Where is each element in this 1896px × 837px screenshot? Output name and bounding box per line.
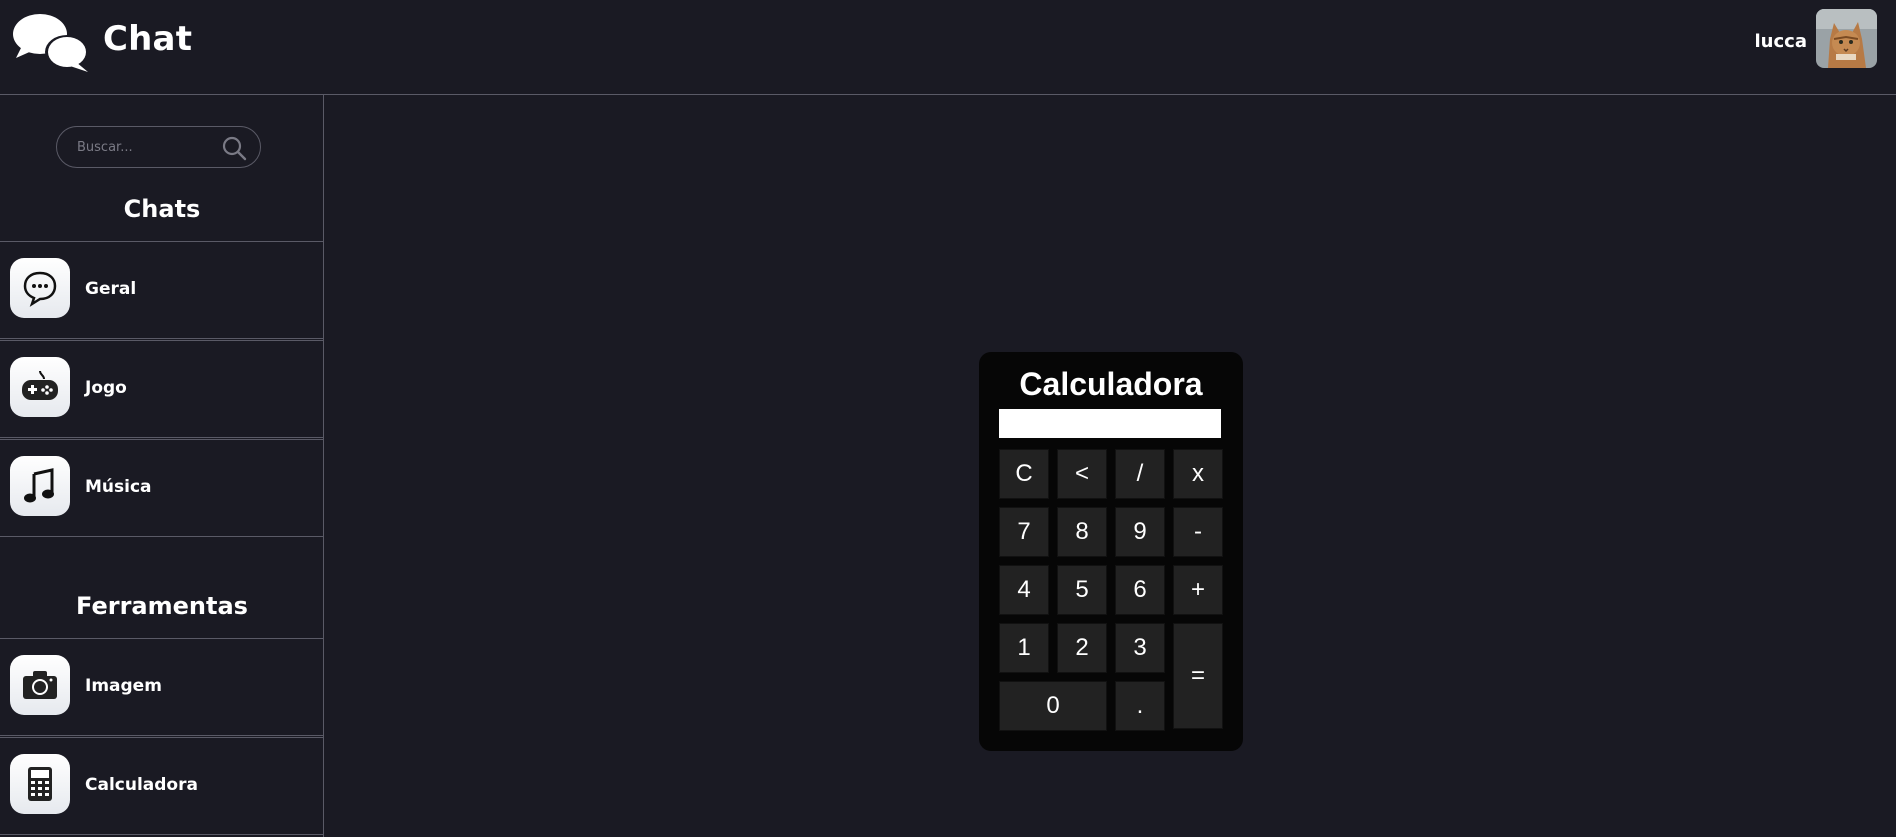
key-minus[interactable]: - xyxy=(1173,507,1223,557)
top-header: Chat lucca xyxy=(0,0,1896,95)
key-multiply[interactable]: x xyxy=(1173,449,1223,499)
key-1[interactable]: 1 xyxy=(999,623,1049,673)
sidebar-item-label: Geral xyxy=(85,279,137,299)
username-label: lucca xyxy=(1754,31,1807,52)
calculator-title: Calculadora xyxy=(1019,366,1203,402)
search-input[interactable] xyxy=(77,137,217,157)
chat-bubbles-icon[interactable] xyxy=(12,12,92,74)
sidebar-item-label: Imagem xyxy=(85,676,162,696)
sidebar: Chats Geral Jogo xyxy=(0,95,324,837)
sidebar-item-label: Música xyxy=(85,477,152,497)
music-note-icon xyxy=(10,456,70,516)
calculator-display[interactable] xyxy=(999,409,1221,438)
chat-bubble-icon xyxy=(10,258,70,318)
key-9[interactable]: 9 xyxy=(1115,507,1165,557)
sidebar-item-imagem[interactable]: Imagem xyxy=(0,638,324,736)
key-3[interactable]: 3 xyxy=(1115,623,1165,673)
key-plus[interactable]: + xyxy=(1173,565,1223,615)
key-divide[interactable]: / xyxy=(1115,449,1165,499)
app-title: Chat xyxy=(103,19,193,59)
key-clear[interactable]: C xyxy=(999,449,1049,499)
gamepad-icon xyxy=(10,357,70,417)
search-icon[interactable] xyxy=(221,135,247,161)
key-6[interactable]: 6 xyxy=(1115,565,1165,615)
cat-avatar-icon xyxy=(1816,9,1877,68)
key-equals[interactable]: = xyxy=(1173,623,1223,729)
calculator-panel: Calculadora C < / x 7 8 9 - 4 5 6 + 1 2 … xyxy=(979,352,1243,751)
key-backspace[interactable]: < xyxy=(1057,449,1107,499)
key-4[interactable]: 4 xyxy=(999,565,1049,615)
key-8[interactable]: 8 xyxy=(1057,507,1107,557)
calculator-icon xyxy=(10,754,70,814)
sidebar-item-calculadora[interactable]: Calculadora xyxy=(0,737,324,835)
camera-icon xyxy=(10,655,70,715)
sidebar-item-geral[interactable]: Geral xyxy=(0,241,324,339)
key-0[interactable]: 0 xyxy=(999,681,1107,731)
chats-section-title: Chats xyxy=(123,195,201,223)
tools-section-title: Ferramentas xyxy=(76,592,248,620)
sidebar-item-musica[interactable]: Música xyxy=(0,439,324,537)
key-5[interactable]: 5 xyxy=(1057,565,1107,615)
key-7[interactable]: 7 xyxy=(999,507,1049,557)
sidebar-item-label: Calculadora xyxy=(85,775,198,795)
user-avatar[interactable] xyxy=(1816,9,1877,68)
key-decimal[interactable]: . xyxy=(1115,681,1165,731)
search-bar[interactable] xyxy=(56,126,261,168)
key-2[interactable]: 2 xyxy=(1057,623,1107,673)
sidebar-item-jogo[interactable]: Jogo xyxy=(0,340,324,438)
sidebar-item-label: Jogo xyxy=(85,378,127,398)
